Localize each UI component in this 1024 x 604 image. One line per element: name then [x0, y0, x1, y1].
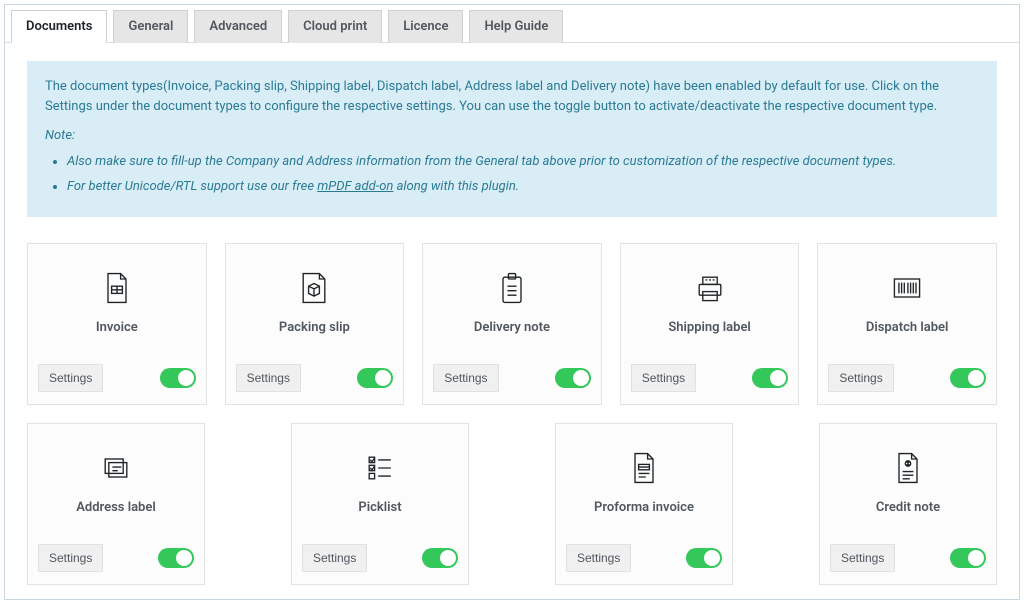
toggle-knob — [770, 370, 786, 386]
card-footer: Settings — [423, 354, 601, 404]
toggle-knob — [968, 550, 984, 566]
card-title: Proforma invoice — [594, 500, 694, 515]
card-footer: Settings — [226, 354, 404, 404]
invoice-icon — [99, 270, 135, 310]
settings-button-address-label[interactable]: Settings — [38, 544, 103, 572]
card-picklist: Picklist Settings — [291, 423, 469, 585]
settings-button-proforma-invoice[interactable]: Settings — [566, 544, 631, 572]
card-footer: Settings — [818, 354, 996, 404]
card-dispatch-label: Dispatch label Settings — [817, 243, 997, 405]
toggle-knob — [176, 550, 192, 566]
toggle-dispatch-label[interactable] — [950, 368, 986, 388]
settings-button-dispatch-label[interactable]: Settings — [828, 364, 893, 392]
settings-button-invoice[interactable]: Settings — [38, 364, 103, 392]
barcode-icon — [889, 270, 925, 310]
card-body: Address label — [28, 424, 204, 534]
card-invoice: Invoice Settings — [27, 243, 207, 405]
settings-button-picklist[interactable]: Settings — [302, 544, 367, 572]
card-title: Shipping label — [668, 320, 751, 335]
notice-bullet-2: For better Unicode/RTL support use our f… — [67, 177, 979, 197]
card-title: Delivery note — [474, 320, 550, 335]
card-footer: Settings — [292, 534, 468, 584]
card-footer: Settings — [621, 354, 799, 404]
printer-icon — [692, 270, 728, 310]
toggle-knob — [375, 370, 391, 386]
card-credit-note: Credit note Settings — [819, 423, 997, 585]
tab-cloud-print[interactable]: Cloud print — [288, 10, 382, 43]
card-body: Delivery note — [423, 244, 601, 354]
credit-icon — [890, 450, 926, 490]
cards-row-2: Address labelSettingsPicklistSettingsPro… — [27, 423, 997, 585]
tabs-nav: DocumentsGeneralAdvancedCloud printLicen… — [5, 5, 1019, 43]
card-title: Dispatch label — [866, 320, 949, 335]
notice-bullet-1: Also make sure to fill-up the Company an… — [67, 152, 979, 172]
settings-button-packing-slip[interactable]: Settings — [236, 364, 301, 392]
card-body: Shipping label — [621, 244, 799, 354]
toggle-knob — [440, 550, 456, 566]
settings-button-shipping-label[interactable]: Settings — [631, 364, 696, 392]
box-icon — [296, 270, 332, 310]
toggle-shipping-label[interactable] — [752, 368, 788, 388]
card-footer: Settings — [28, 354, 206, 404]
card-body: Packing slip — [226, 244, 404, 354]
toggle-knob — [573, 370, 589, 386]
tab-content: The document types(Invoice, Packing slip… — [5, 43, 1019, 600]
card-body: Dispatch label — [818, 244, 996, 354]
card-title: Packing slip — [279, 320, 350, 335]
toggle-delivery-note[interactable] — [555, 368, 591, 388]
checklist-icon — [362, 450, 398, 490]
tab-licence[interactable]: Licence — [388, 10, 463, 43]
tab-advanced[interactable]: Advanced — [194, 10, 282, 43]
toggle-knob — [704, 550, 720, 566]
card-footer: Settings — [820, 534, 996, 584]
toggle-credit-note[interactable] — [950, 548, 986, 568]
card-body: Proforma invoice — [556, 424, 732, 534]
card-address-label: Address label Settings — [27, 423, 205, 585]
settings-frame: DocumentsGeneralAdvancedCloud printLicen… — [4, 4, 1020, 600]
toggle-invoice[interactable] — [160, 368, 196, 388]
cards-row-1: InvoiceSettingsPacking slipSettingsDeliv… — [27, 243, 997, 405]
settings-button-credit-note[interactable]: Settings — [830, 544, 895, 572]
tab-documents[interactable]: Documents — [11, 10, 107, 43]
card-body: Invoice — [28, 244, 206, 354]
toggle-packing-slip[interactable] — [357, 368, 393, 388]
toggle-address-label[interactable] — [158, 548, 194, 568]
mpdf-addon-link[interactable]: mPDF add-on — [317, 179, 393, 194]
labels-icon — [98, 450, 134, 490]
card-title: Credit note — [876, 500, 940, 515]
notice-list: Also make sure to fill-up the Company an… — [67, 152, 979, 197]
card-title: Picklist — [358, 500, 401, 515]
card-proforma-invoice: Proforma invoice Settings — [555, 423, 733, 585]
card-body: Credit note — [820, 424, 996, 534]
tab-help-guide[interactable]: Help Guide — [469, 10, 563, 43]
toggle-picklist[interactable] — [422, 548, 458, 568]
card-title: Address label — [76, 500, 156, 515]
info-notice: The document types(Invoice, Packing slip… — [27, 61, 997, 217]
card-footer: Settings — [556, 534, 732, 584]
invoice2-icon — [626, 450, 662, 490]
notice-note-label: Note: — [45, 126, 979, 146]
toggle-proforma-invoice[interactable] — [686, 548, 722, 568]
toggle-knob — [968, 370, 984, 386]
card-shipping-label: Shipping label Settings — [620, 243, 800, 405]
card-packing-slip: Packing slip Settings — [225, 243, 405, 405]
toggle-knob — [178, 370, 194, 386]
notice-intro: The document types(Invoice, Packing slip… — [45, 77, 979, 116]
card-title: Invoice — [96, 320, 138, 335]
tab-general[interactable]: General — [113, 10, 188, 43]
card-delivery-note: Delivery note Settings — [422, 243, 602, 405]
clipboard-icon — [494, 270, 530, 310]
settings-button-delivery-note[interactable]: Settings — [433, 364, 498, 392]
card-body: Picklist — [292, 424, 468, 534]
card-footer: Settings — [28, 534, 204, 584]
